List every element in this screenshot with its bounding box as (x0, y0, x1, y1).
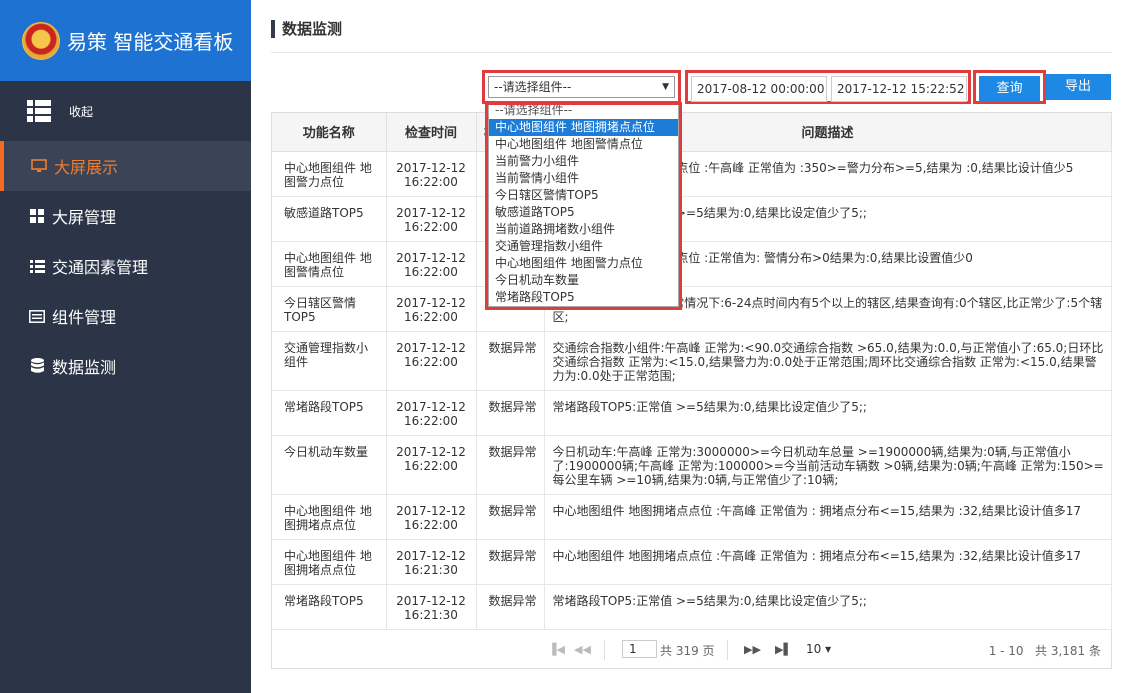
cell-check-result: 数据异常 (476, 435, 545, 495)
cell-check-time: 2017-12-12 16:22:00 (386, 241, 477, 287)
cell-function-name: 中心地图组件 地图拥堵点点位 (272, 539, 387, 585)
page-title: 数据监测 (271, 20, 342, 38)
cell-check-result: 数据异常 (476, 584, 545, 630)
query-button[interactable]: 查询 (979, 76, 1040, 102)
cell-check-time: 2017-12-12 16:22:00 (386, 435, 477, 495)
cell-function-name: 敏感道路TOP5 (272, 196, 387, 242)
cell-check-result: 数据异常 (476, 539, 545, 585)
end-time-input[interactable]: 2017-12-12 15:22:52 (831, 76, 967, 102)
cell-problem-desc: 中心地图组件 地图拥堵点点位 :午高峰 正常值为 : 拥堵点分布<=15,结果为… (544, 494, 1112, 540)
page-header: 数据监测 (271, 20, 1112, 53)
cell-function-name: 中心地图组件 地图拥堵点点位 (272, 494, 387, 540)
database-icon (28, 358, 46, 374)
sidebar-nav: 大屏展示 大屏管理 交通因素管理 组件管理 数据监测 (0, 141, 251, 391)
collapse-label: 收起 (69, 104, 94, 119)
cell-function-name: 中心地图组件 地图警力点位 (272, 151, 387, 197)
table-row: 今日机动车数量 2017-12-12 16:22:00 数据异常 今日机动车:午高峰 … (272, 435, 1112, 495)
cell-check-time: 2017-12-12 16:22:00 (386, 331, 477, 391)
sidebar-item-screen-manage[interactable]: 大屏管理 (0, 191, 251, 241)
cell-function-name: 今日辖区警情TOP5 (272, 286, 387, 332)
main-content: 数据监测 --请选择组件-- ▼ 2017-08-12 00:00:00 201… (271, 0, 1112, 693)
component-select[interactable]: --请选择组件-- ▼ (488, 76, 675, 98)
page-size-select[interactable]: 10 ▾ (806, 642, 831, 656)
grid-icon (28, 209, 46, 223)
component-select-value: --请选择组件-- (494, 80, 572, 94)
export-button[interactable]: 导出 (1045, 74, 1111, 100)
menu-list-icon (27, 100, 51, 122)
total-pages: 共 319 页 (660, 644, 715, 658)
cell-check-time: 2017-12-12 16:22:00 (386, 390, 477, 436)
cell-function-name: 常堵路段TOP5 (272, 390, 387, 436)
table-row: 中心地图组件 地图拥堵点点位 2017-12-12 16:21:30 数据异常 中心地… (272, 539, 1112, 585)
range-info: 1 - 10 共 3,181 条 (988, 644, 1101, 658)
table-row: 中心地图组件 地图警力点位2017-12-12 16:22:00数据异常中心地图… (272, 151, 1112, 197)
cell-function-name: 今日机动车数量 (272, 435, 387, 495)
cell-function-name: 交通管理指数小组件 (272, 331, 387, 391)
cell-check-result: 数据异常 (476, 390, 545, 436)
table-header-row: 功能名称 检查时间 检查结果 问题描述 (272, 113, 1112, 152)
sidebar-item-component-manage[interactable]: 组件管理 (0, 291, 251, 341)
cell-check-time: 2017-12-12 16:21:30 (386, 584, 477, 630)
cell-problem-desc: 今日机动车:午高峰 正常为:3000000>=今日机动车总量 >=1900000… (544, 435, 1112, 495)
sidebar-item-traffic-factors[interactable]: 交通因素管理 (0, 241, 251, 291)
cell-problem-desc: 常堵路段TOP5:正常值 >=5结果为:0,结果比设定值少了5;; (544, 390, 1112, 436)
sidebar: 易策 智能交通看板 收起 大屏展示 大屏管理 交通因素管理 组件管理 数据监测 (0, 0, 251, 693)
pager-divider (604, 640, 605, 660)
table-row: 敏感道路TOP52017-12-12 16:22:00数据异常敏感道路TOP5:… (272, 196, 1112, 242)
table-row: 中心地图组件 地图拥堵点点位 2017-12-12 16:22:00 数据异常 中心地… (272, 494, 1112, 540)
cell-check-time: 2017-12-12 16:22:00 (386, 196, 477, 242)
next-page-icon[interactable]: ▶▶ (744, 643, 761, 656)
pager-divider (727, 640, 728, 660)
sidebar-item-label: 大屏展示 (54, 158, 119, 177)
first-page-icon[interactable]: ▐◀ (548, 643, 565, 656)
sidebar-item-screen-display[interactable]: 大屏展示 (0, 141, 251, 191)
cell-check-result: 数据异常 (476, 331, 545, 391)
monitor-icon (30, 159, 48, 173)
brand-header: 易策 智能交通看板 (0, 0, 251, 81)
cell-check-time: 2017-12-12 16:22:00 (386, 286, 477, 332)
cell-problem-desc: 中心地图组件 地图拥堵点点位 :午高峰 正常值为 : 拥堵点分布<=15,结果为… (544, 539, 1112, 585)
app-title: 易策 智能交通看板 (67, 30, 234, 54)
police-emblem-icon (22, 21, 60, 60)
date-range-highlight: 2017-08-12 00:00:00 2017-12-12 15:22:52 (685, 70, 971, 104)
cell-check-result: 数据异常 (476, 494, 545, 540)
caret-down-icon: ▼ (662, 82, 669, 92)
cell-function-name: 中心地图组件 地图警情点位 (272, 241, 387, 287)
table-row: 今日辖区警情TOP52017-12-12 16:22:00数据异常今日辖区警情T… (272, 286, 1112, 332)
cell-problem-desc: 常堵路段TOP5:正常值 >=5结果为:0,结果比设定值少了5;; (544, 584, 1112, 630)
column-header-time: 检查时间 (386, 113, 477, 152)
table-row: 常堵路段TOP5 2017-12-12 16:21:30 数据异常 常堵路段TOP5:… (272, 584, 1112, 630)
cell-function-name: 常堵路段TOP5 (272, 584, 387, 630)
column-header-name: 功能名称 (272, 113, 387, 152)
list-icon (28, 259, 46, 273)
dropdown-highlight (485, 102, 682, 310)
filter-toolbar: --请选择组件-- ▼ 2017-08-12 00:00:00 2017-12-… (271, 70, 1112, 104)
cell-check-time: 2017-12-12 16:22:00 (386, 151, 477, 197)
table-row: 常堵路段TOP5 2017-12-12 16:22:00 数据异常 常堵路段TOP5:… (272, 390, 1112, 436)
sidebar-item-label: 交通因素管理 (52, 258, 149, 277)
card-icon (28, 309, 46, 323)
page-number-input[interactable]: 1 (622, 640, 657, 658)
pagination: ▐◀ ◀◀ 1 共 319 页 ▶▶ ▶▌ 10 ▾ 1 - 10 共 3,18… (272, 629, 1111, 669)
sidebar-item-label: 数据监测 (52, 358, 117, 377)
table-row: 中心地图组件 地图警情点位2017-12-12 16:22:00数据异常中心地图… (272, 241, 1112, 287)
component-select-highlight: --请选择组件-- ▼ (482, 70, 681, 104)
table-row: 交通管理指数小组件 2017-12-12 16:22:00 数据异常 交通综合指数小组… (272, 331, 1112, 391)
collapse-button[interactable]: 收起 (0, 81, 251, 141)
results-table: 功能名称 检查时间 检查结果 问题描述 中心地图组件 地图警力点位2017-12… (271, 112, 1112, 669)
start-time-input[interactable]: 2017-08-12 00:00:00 (691, 76, 827, 102)
cell-check-time: 2017-12-12 16:21:30 (386, 539, 477, 585)
cell-problem-desc: 交通综合指数小组件:午高峰 正常为:<90.0交通综合指数 >65.0,结果为:… (544, 331, 1112, 391)
sidebar-item-data-monitor[interactable]: 数据监测 (0, 341, 251, 391)
cell-check-time: 2017-12-12 16:22:00 (386, 494, 477, 540)
sidebar-item-label: 组件管理 (52, 308, 117, 327)
query-button-highlight: 查询 (973, 70, 1046, 104)
prev-page-icon[interactable]: ◀◀ (574, 643, 591, 656)
sidebar-item-label: 大屏管理 (52, 208, 117, 227)
last-page-icon[interactable]: ▶▌ (775, 643, 792, 656)
